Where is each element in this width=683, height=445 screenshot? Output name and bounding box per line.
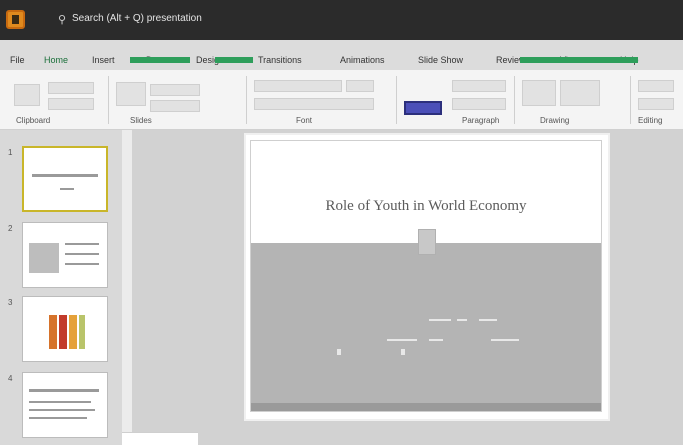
thumbnail-number: 4	[8, 374, 13, 383]
list-buttons[interactable]	[452, 80, 506, 92]
thumbnail-text-line	[60, 188, 74, 190]
slide-text-fragment	[337, 349, 341, 355]
status-bar	[122, 432, 198, 445]
group-label-slides: Slides	[130, 116, 152, 125]
group-label-editing: Editing	[638, 116, 663, 125]
arrange-button[interactable]	[560, 80, 600, 106]
pane-splitter[interactable]	[122, 130, 132, 445]
thumbnail-image	[29, 243, 59, 273]
slide-text-fragment	[457, 319, 467, 321]
thumbnail-number: 2	[8, 224, 13, 233]
group-label-clipboard: Clipboard	[16, 116, 51, 125]
thumbnail-text-line	[29, 417, 87, 419]
slide-text-fragment	[401, 349, 405, 355]
current-slide[interactable]: Role of Youth in World Economy	[250, 140, 602, 412]
thumbnail-text-line	[65, 243, 99, 245]
replace-button[interactable]	[638, 98, 674, 110]
slide-title-placeholder[interactable]: Role of Youth in World Economy	[251, 141, 601, 243]
align-buttons[interactable]	[452, 98, 506, 110]
tab-highlight-bar	[215, 57, 253, 63]
font-format-buttons[interactable]	[254, 98, 374, 110]
tab-highlight-bar	[520, 57, 638, 63]
ribbon-separator	[246, 76, 247, 124]
ribbon: Clipboard Slides Font Paragraph Drawing …	[0, 70, 683, 130]
tab-animations[interactable]: Animations	[340, 55, 385, 68]
font-size-select[interactable]	[346, 80, 374, 92]
thumbnail-text-line	[65, 263, 99, 265]
tab-file[interactable]: File	[10, 55, 25, 68]
tab-highlight-bar	[130, 57, 190, 63]
shapes-button[interactable]	[522, 80, 556, 106]
thumbnail-bar	[49, 315, 57, 349]
thumbnail-title-line	[32, 174, 98, 177]
app-icon[interactable]	[6, 10, 25, 29]
ribbon-tabs: File Home Insert Draw Design Transitions…	[0, 40, 683, 70]
group-label-font: Font	[296, 116, 313, 125]
slide-text-fragment	[387, 339, 417, 341]
title-bar: ⚲ Search (Alt + Q) presentation	[0, 0, 683, 40]
cut-button[interactable]	[48, 82, 94, 94]
thumbnail-title-line	[29, 389, 99, 392]
slide-text-fragment	[429, 319, 451, 321]
slide-thumbnail-3[interactable]	[22, 296, 108, 362]
slide-bottom-band	[251, 403, 601, 411]
paste-button[interactable]	[14, 84, 40, 106]
ribbon-separator	[514, 76, 515, 124]
reset-button[interactable]	[150, 100, 200, 112]
powerpoint-window: ⚲ Search (Alt + Q) presentation File Hom…	[0, 0, 683, 445]
thumbnail-text-line	[29, 401, 91, 403]
thumbnail-bar	[59, 315, 67, 349]
slide-body-placeholder[interactable]	[251, 243, 601, 403]
search-icon[interactable]: ⚲	[58, 14, 70, 26]
window-title[interactable]: Search (Alt + Q) presentation	[72, 13, 202, 24]
slide-title[interactable]: Role of Youth in World Economy	[251, 198, 601, 215]
ribbon-separator	[630, 76, 631, 124]
slide-thumbnail-pane: 1 2 3 4	[0, 130, 122, 445]
selected-style-swatch[interactable]	[404, 101, 442, 115]
slide-text-fragment	[479, 319, 497, 321]
copy-button[interactable]	[48, 98, 94, 110]
layout-button[interactable]	[150, 84, 200, 96]
thumbnail-text-line	[29, 409, 95, 411]
group-label-drawing: Drawing	[540, 116, 570, 125]
tab-transitions[interactable]: Transitions	[258, 55, 302, 68]
new-slide-button[interactable]	[116, 82, 146, 106]
ribbon-separator	[396, 76, 397, 124]
tab-slide-show[interactable]: Slide Show	[418, 55, 463, 68]
tab-home[interactable]: Home	[44, 55, 68, 68]
thumbnail-number: 1	[8, 148, 13, 157]
thumbnail-bar	[69, 315, 77, 349]
slide-thumbnail-4[interactable]	[22, 372, 108, 438]
find-button[interactable]	[638, 80, 674, 92]
group-label-paragraph: Paragraph	[462, 116, 500, 125]
ribbon-separator	[108, 76, 109, 124]
slide-text-fragment	[429, 339, 443, 341]
slide-thumbnail-1[interactable]	[22, 146, 108, 212]
font-family-select[interactable]	[254, 80, 342, 92]
resize-handle[interactable]	[418, 229, 436, 255]
thumbnail-bar	[79, 315, 85, 349]
slide-thumbnail-2[interactable]	[22, 222, 108, 288]
slide-text-fragment	[491, 339, 519, 341]
thumbnail-text-line	[65, 253, 99, 255]
tab-insert[interactable]: Insert	[92, 55, 115, 68]
thumbnail-number: 3	[8, 298, 13, 307]
